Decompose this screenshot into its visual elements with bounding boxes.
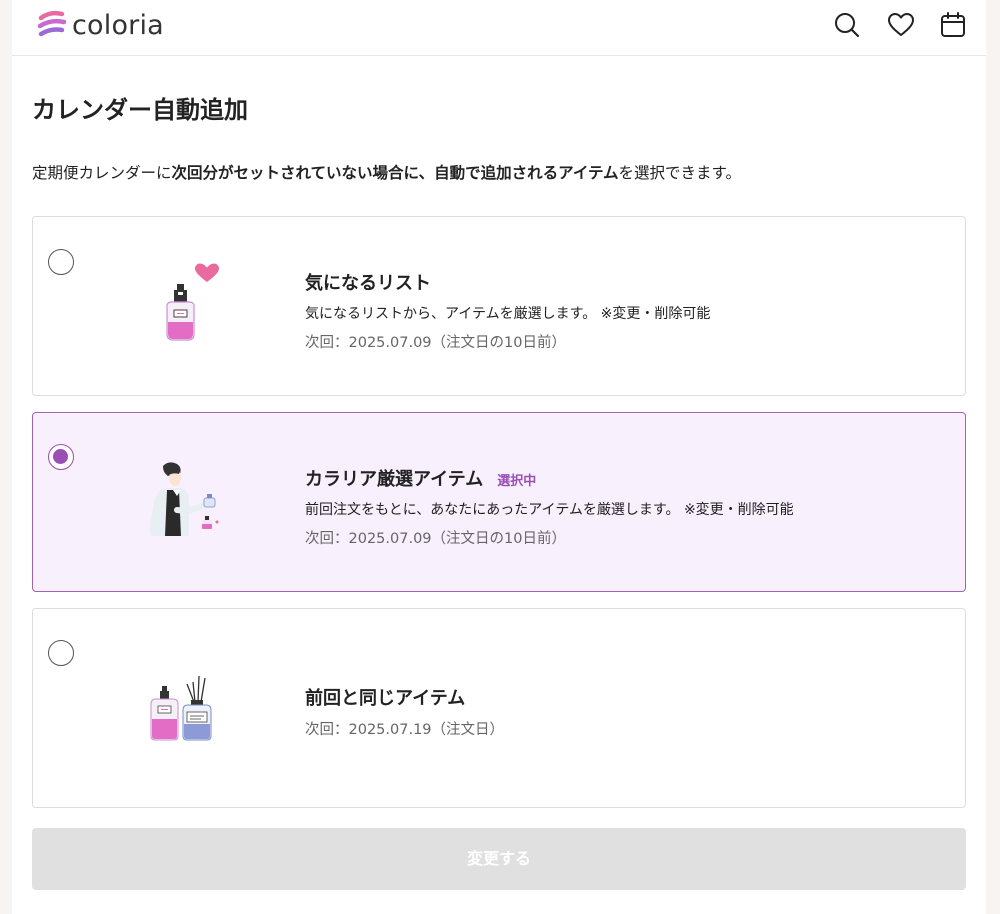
page-title: カレンダー自動追加 (32, 96, 248, 124)
radio-curated[interactable] (48, 444, 74, 470)
option-next-date: 次回：2025.07.09（注文日の10日前） (305, 531, 566, 547)
radio-same-as-last[interactable] (48, 640, 74, 666)
curated-illustration (133, 458, 233, 548)
header: coloria (12, 0, 986, 56)
logo-text: coloria (72, 9, 164, 41)
option-title: 前回と同じアイテム (305, 688, 466, 709)
description-bold-text: 次回分がセットされていない場合に、自動で追加されるアイテム (171, 164, 619, 182)
coloria-logo-icon (37, 10, 67, 37)
logo[interactable]: coloria (36, 9, 164, 41)
description-text-2: を選択できます。 (618, 164, 741, 182)
page-description: 定期便カレンダーに次回分がセットされていない場合に、自動で追加されるアイテムを選… (32, 161, 741, 183)
option-title-text: カラリア厳選アイテム (305, 469, 484, 490)
option-card-wishlist[interactable]: 気になるリスト 気になるリストから、アイテムを厳選します。 ※変更・削除可能 次… (32, 216, 966, 396)
option-next-date: 次回：2025.07.09（注文日の10日前） (305, 335, 566, 351)
calendar-icon[interactable] (938, 10, 968, 40)
search-icon[interactable] (832, 10, 862, 40)
option-title: カラリア厳選アイテム 選択中 (305, 465, 536, 491)
option-card-curated[interactable]: カラリア厳選アイテム 選択中 前回注文をもとに、あなたにあったアイテムを厳選します… (32, 412, 966, 592)
selected-badge: 選択中 (497, 474, 537, 489)
perfume-heart-icon (166, 263, 219, 341)
option-description: 前回注文をもとに、あなたにあったアイテムを厳選します。 ※変更・削除可能 (305, 502, 794, 518)
option-title: 気になるリスト (305, 273, 431, 294)
radio-selected-dot (53, 449, 68, 464)
submit-change-button[interactable]: 変更する (32, 828, 966, 890)
radio-wishlist[interactable] (48, 249, 74, 275)
heart-icon[interactable] (886, 10, 916, 40)
same-as-last-illustration (133, 674, 233, 764)
option-card-same-as-last[interactable]: 前回と同じアイテム 次回：2025.07.19（注文日） (32, 608, 966, 808)
perfume-diffuser-icon (150, 675, 212, 741)
option-description: 気になるリストから、アイテムを厳選します。 ※変更・削除可能 (305, 306, 711, 322)
page: coloria カレンダー自動追加 定期便カレンダーに次回分がセットされていない… (12, 0, 986, 914)
option-next-date: 次回：2025.07.19（注文日） (305, 722, 505, 738)
wishlist-illustration (133, 262, 233, 352)
description-text-1: 定期便カレンダーに (32, 164, 172, 182)
stylist-person-icon (150, 462, 219, 536)
